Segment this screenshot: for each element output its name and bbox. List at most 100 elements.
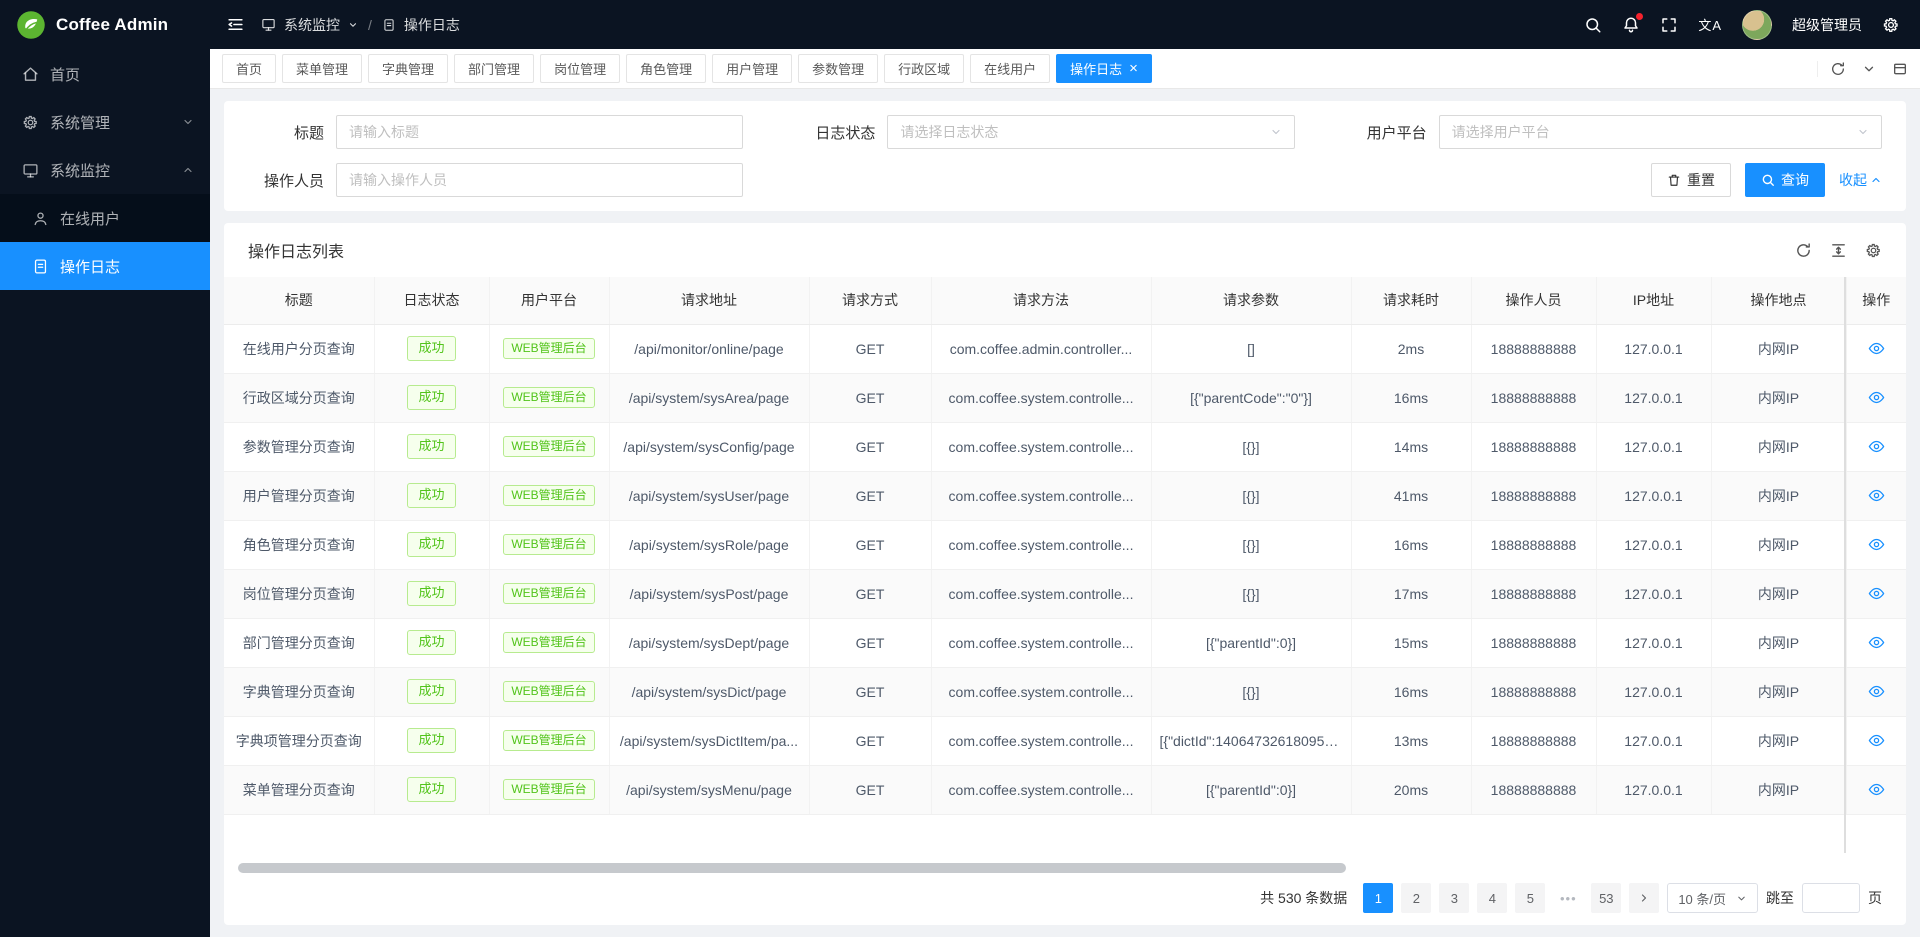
tab-item[interactable]: 部门管理 [454, 54, 534, 83]
total-count: 共 530 条数据 [1260, 888, 1347, 908]
tab-label: 参数管理 [812, 59, 864, 78]
refresh-icon[interactable] [1795, 242, 1812, 259]
collapse-button[interactable]: 收起 [1839, 170, 1882, 190]
breadcrumb-parent[interactable]: 系统监控 [284, 15, 340, 35]
operator-input[interactable] [336, 163, 743, 197]
cell-status: 成功 [374, 520, 489, 569]
menu-collapse-icon[interactable] [226, 15, 245, 34]
platform-badge: WEB管理后台 [503, 730, 594, 751]
refresh-icon[interactable] [1830, 61, 1846, 77]
platform-badge: WEB管理后台 [503, 681, 594, 702]
table-row: 用户管理分页查询成功WEB管理后台/api/system/sysUser/pag… [224, 471, 1906, 520]
sidebar-item-system-monitor[interactable]: 系统监控 [0, 146, 210, 194]
app-logo[interactable]: Coffee Admin [0, 0, 210, 50]
query-label: 查询 [1781, 170, 1809, 190]
tab-item[interactable]: 行政区域 [884, 54, 964, 83]
avatar[interactable] [1742, 10, 1772, 40]
page-button[interactable]: 2 [1401, 883, 1431, 913]
tab-label: 角色管理 [640, 59, 692, 78]
page-button[interactable]: 3 [1439, 883, 1469, 913]
user-name[interactable]: 超级管理员 [1792, 15, 1862, 35]
cell-location: 内网IP [1711, 765, 1846, 814]
log-table: 标题日志状态用户平台请求地址请求方式请求方法请求参数请求耗时操作人员IP地址操作… [224, 277, 1906, 815]
jump-page-input[interactable] [1802, 883, 1860, 913]
cell-platform: WEB管理后台 [489, 520, 609, 569]
tab-close-icon[interactable]: × [1129, 61, 1138, 76]
search-icon[interactable] [1584, 16, 1602, 34]
tab-item[interactable]: 首页 [222, 54, 276, 83]
chevron-down-icon[interactable] [1862, 62, 1876, 76]
status-badge: 成功 [407, 581, 455, 605]
sidebar-item-system-management[interactable]: 系统管理 [0, 98, 210, 146]
chevron-up-icon [182, 164, 194, 176]
search-icon [1761, 173, 1775, 187]
page-button[interactable]: 1 [1363, 883, 1393, 913]
pager-ellipsis[interactable]: ••• [1553, 883, 1583, 913]
tab-item[interactable]: 菜单管理 [282, 54, 362, 83]
top-header: 系统监控 / 操作日志 文A 超级管理员 [210, 0, 1920, 49]
view-detail-button[interactable] [1868, 683, 1885, 700]
app-title: Coffee Admin [56, 15, 168, 35]
table-row: 岗位管理分页查询成功WEB管理后台/api/system/sysPost/pag… [224, 569, 1906, 618]
cell-location: 内网IP [1711, 471, 1846, 520]
view-detail-button[interactable] [1868, 389, 1885, 406]
sidebar-submenu: 在线用户 操作日志 [0, 194, 210, 290]
cell-method: GET [809, 667, 931, 716]
vertical-scrollbar[interactable] [1844, 277, 1846, 853]
view-detail-button[interactable] [1868, 585, 1885, 602]
view-detail-button[interactable] [1868, 536, 1885, 553]
cell-function: com.coffee.system.controlle... [931, 765, 1151, 814]
tab-item[interactable]: 字典管理 [368, 54, 448, 83]
translate-icon[interactable]: 文A [1698, 15, 1722, 34]
next-page-button[interactable] [1629, 883, 1659, 913]
chevron-up-icon [1870, 174, 1882, 186]
page-button[interactable]: 4 [1477, 883, 1507, 913]
query-button[interactable]: 查询 [1745, 163, 1825, 197]
log-status-select[interactable]: 请选择日志状态 [887, 115, 1294, 149]
tab-item[interactable]: 在线用户 [970, 54, 1050, 83]
cell-operator: 18888888888 [1471, 422, 1596, 471]
horizontal-scrollbar[interactable] [238, 863, 1346, 873]
view-detail-button[interactable] [1868, 487, 1885, 504]
tab-item[interactable]: 岗位管理 [540, 54, 620, 83]
tab-bar: 首页菜单管理字典管理部门管理岗位管理 角色管理 用户管理 参数管理 行政区域在线用户操作… [210, 49, 1920, 89]
tab-item[interactable]: 用户管理 [712, 54, 792, 83]
tab-item[interactable]: 角色管理 [626, 54, 706, 83]
filter-field-title: 标题 [228, 115, 779, 149]
view-detail-button[interactable] [1868, 438, 1885, 455]
settings-gear-icon[interactable] [1882, 16, 1900, 34]
reset-button[interactable]: 重置 [1651, 163, 1731, 197]
view-detail-button[interactable] [1868, 781, 1885, 798]
cell-duration: 16ms [1351, 373, 1471, 422]
page-button[interactable]: 5 [1515, 883, 1545, 913]
layout-icon[interactable] [1892, 61, 1908, 77]
sidebar-item-home[interactable]: 首页 [0, 50, 210, 98]
column-header-status: 日志状态 [374, 277, 489, 324]
cell-location: 内网IP [1711, 422, 1846, 471]
settings-gear-icon[interactable] [1865, 242, 1882, 259]
cell-url: /api/system/sysDict/page [609, 667, 809, 716]
density-icon[interactable] [1830, 242, 1847, 259]
document-icon [382, 18, 396, 32]
notification-bell-icon[interactable] [1622, 16, 1640, 34]
tab-item[interactable]: 操作日志× [1056, 54, 1152, 83]
title-input[interactable] [336, 115, 743, 149]
page-button[interactable]: 53 [1591, 883, 1621, 913]
sidebar-item-operation-log[interactable]: 操作日志 [0, 242, 210, 290]
page-size-select[interactable]: 10 条/页 [1667, 883, 1758, 913]
eye-icon [1868, 683, 1885, 700]
cell-operator: 18888888888 [1471, 618, 1596, 667]
cell-location: 内网IP [1711, 520, 1846, 569]
filter-panel: 标题 日志状态 请选择日志状态 用户平台 请选择用户平台 [224, 101, 1906, 211]
filter-actions: 重置 查询 收起 [779, 163, 1882, 197]
column-header-action: 操作 [1846, 277, 1906, 324]
user-platform-select[interactable]: 请选择用户平台 [1439, 115, 1882, 149]
gear-icon [22, 114, 39, 131]
fullscreen-icon[interactable] [1660, 16, 1678, 34]
sidebar-item-online-users[interactable]: 在线用户 [0, 194, 210, 242]
view-detail-button[interactable] [1868, 732, 1885, 749]
tab-item[interactable]: 参数管理 [798, 54, 878, 83]
view-detail-button[interactable] [1868, 634, 1885, 651]
cell-action [1846, 422, 1906, 471]
view-detail-button[interactable] [1868, 340, 1885, 357]
